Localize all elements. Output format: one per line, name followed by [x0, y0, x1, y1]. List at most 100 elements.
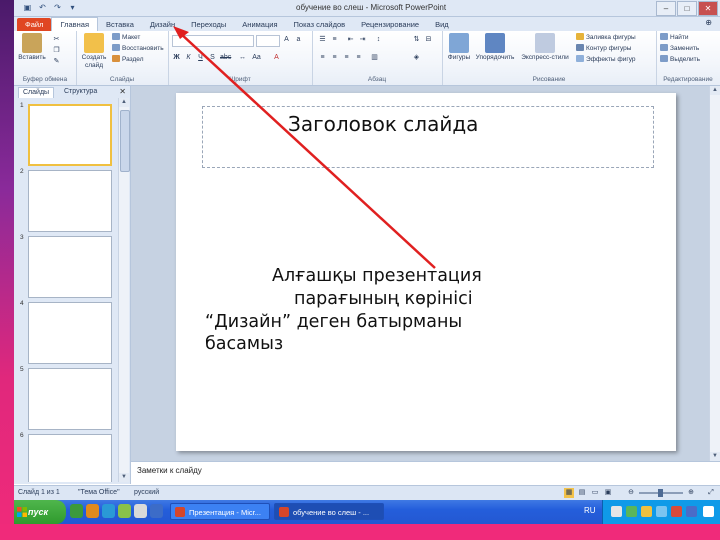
tray-app-icon[interactable] [703, 506, 714, 517]
scrollbar-thumb[interactable] [120, 110, 130, 172]
slideshow-view-icon[interactable]: ▣ [603, 488, 613, 498]
font-name-combo[interactable] [172, 35, 254, 47]
new-slide-button[interactable]: Создать слайд [79, 33, 109, 70]
align-center-icon[interactable]: ≡ [330, 53, 339, 62]
redo-icon[interactable]: ↷ [52, 2, 63, 13]
tray-app-icon[interactable] [611, 506, 622, 517]
quicklaunch-app-icon[interactable] [102, 504, 115, 518]
tab-slideshow[interactable]: Показ слайдов [286, 18, 354, 31]
tab-slides[interactable]: Слайды [18, 87, 55, 98]
line-spacing-icon[interactable]: ↕ [374, 35, 383, 44]
tray-app-icon[interactable] [671, 506, 682, 517]
editor-scrollbar[interactable]: ▲ ▼ [709, 86, 720, 461]
slide-instruction-text[interactable]: Алғашқы презентация парағының көрінісі “… [205, 265, 605, 356]
maximize-button[interactable]: □ [677, 1, 697, 16]
sorter-view-icon[interactable]: ▤ [577, 488, 587, 498]
tab-outline[interactable]: Структура [60, 87, 101, 97]
tray-app-icon[interactable] [686, 506, 697, 517]
fit-window-icon[interactable]: ⤢ [706, 488, 716, 498]
close-button[interactable]: ✕ [698, 1, 718, 16]
slide-thumbnail[interactable]: 2 [14, 168, 118, 232]
section-button[interactable]: Раздел [112, 55, 143, 65]
columns-icon[interactable]: ▥ [370, 53, 379, 62]
zoom-slider-thumb[interactable] [658, 489, 663, 497]
taskbar-button-training[interactable]: обучение во слеш - ... [274, 503, 384, 520]
shapes-button[interactable]: Фигуры [444, 33, 474, 62]
tray-app-icon[interactable] [641, 506, 652, 517]
scroll-down-icon[interactable]: ▼ [710, 452, 720, 461]
convert-smartart-icon[interactable]: ◈ [412, 53, 421, 62]
shape-outline-button[interactable]: Контур фигуры [576, 44, 631, 54]
language-indicator[interactable]: русский [134, 489, 159, 496]
strikethrough-icon[interactable]: abc [220, 53, 231, 62]
change-case-icon[interactable]: Aa [252, 53, 261, 62]
format-painter-icon[interactable]: ✎ [52, 57, 61, 66]
align-text-icon[interactable]: ⊟ [424, 35, 433, 44]
scroll-down-icon[interactable]: ▼ [119, 473, 129, 482]
slide-thumbnail[interactable]: 4 [14, 300, 118, 364]
shadow-icon[interactable]: S [208, 53, 217, 62]
taskbar-button-presentation[interactable]: Презентация - Micr... [170, 503, 270, 520]
quick-styles-button[interactable]: Экспресс-стили [518, 33, 572, 62]
grow-font-icon[interactable]: A [282, 35, 291, 44]
font-size-combo[interactable] [256, 35, 280, 47]
quicklaunch-app-icon[interactable] [86, 504, 99, 518]
cut-icon[interactable]: ✂ [52, 35, 61, 44]
thumbnails-scrollbar[interactable]: ▲ ▼ [118, 98, 130, 482]
zoom-out-icon[interactable]: ⊖ [626, 488, 636, 498]
increase-indent-icon[interactable]: ⇥ [358, 35, 367, 44]
char-spacing-icon[interactable]: ↔ [238, 53, 247, 62]
shape-fill-button[interactable]: Заливка фигуры [576, 33, 636, 43]
text-direction-icon[interactable]: ⇅ [412, 35, 421, 44]
copy-icon[interactable]: ❐ [52, 46, 61, 55]
start-button[interactable]: пуск [14, 500, 66, 524]
slide-canvas[interactable]: Заголовок слайда Алғашқы презентация пар… [176, 93, 676, 451]
notes-pane[interactable]: Заметки к слайду [131, 461, 720, 485]
align-right-icon[interactable]: ≡ [342, 53, 351, 62]
reset-button[interactable]: Восстановить [112, 44, 164, 54]
tab-insert[interactable]: Вставка [98, 18, 142, 31]
scroll-up-icon[interactable]: ▲ [710, 86, 720, 95]
decrease-indent-icon[interactable]: ⇤ [346, 35, 355, 44]
normal-view-icon[interactable]: ▦ [564, 488, 574, 498]
underline-icon[interactable]: Ч [196, 53, 205, 62]
save-icon[interactable]: ▣ [22, 2, 33, 13]
bold-icon[interactable]: Ж [172, 53, 181, 62]
customize-qat-icon[interactable]: ▾ [67, 2, 78, 13]
reading-view-icon[interactable]: ▭ [590, 488, 600, 498]
justify-icon[interactable]: ≡ [354, 53, 363, 62]
find-button[interactable]: Найти [660, 33, 689, 43]
keyboard-language[interactable]: RU [584, 506, 596, 515]
shrink-font-icon[interactable]: a [294, 35, 303, 44]
quicklaunch-app-icon[interactable] [70, 504, 83, 518]
tab-home[interactable]: Главная [51, 17, 98, 31]
help-icon[interactable]: ⊕ [705, 18, 712, 27]
tab-design[interactable]: Дизайн [142, 18, 183, 31]
slide-title[interactable]: Заголовок слайда [288, 112, 588, 136]
close-icon[interactable]: ✕ [119, 87, 126, 97]
tab-review[interactable]: Рецензирование [353, 18, 427, 31]
paste-button[interactable]: Вставить [17, 33, 47, 62]
slide-thumbnail[interactable]: 6 [14, 432, 118, 482]
slide-thumbnail[interactable]: 3 [14, 234, 118, 298]
quicklaunch-app-icon[interactable] [118, 504, 131, 518]
layout-button[interactable]: Макет [112, 33, 140, 43]
tab-file[interactable]: Файл [17, 18, 52, 31]
minimize-button[interactable]: – [656, 1, 676, 16]
tray-app-icon[interactable] [656, 506, 667, 517]
undo-icon[interactable]: ↶ [37, 2, 48, 13]
slide-thumbnail[interactable]: 1 [14, 102, 118, 166]
shape-effects-button[interactable]: Эффекты фигур [576, 55, 636, 65]
select-button[interactable]: Выделить [660, 55, 700, 65]
arrange-button[interactable]: Упорядочить [475, 33, 515, 62]
tab-view[interactable]: Вид [427, 18, 457, 31]
tab-transitions[interactable]: Переходы [183, 18, 234, 31]
italic-icon[interactable]: К [184, 53, 193, 62]
align-left-icon[interactable]: ≡ [318, 53, 327, 62]
tab-animations[interactable]: Анимация [234, 18, 285, 31]
scroll-up-icon[interactable]: ▲ [119, 98, 129, 107]
font-color-icon[interactable]: A [272, 53, 281, 62]
bullets-icon[interactable]: ☰ [318, 35, 327, 44]
tray-app-icon[interactable] [626, 506, 637, 517]
zoom-in-icon[interactable]: ⊕ [686, 488, 696, 498]
